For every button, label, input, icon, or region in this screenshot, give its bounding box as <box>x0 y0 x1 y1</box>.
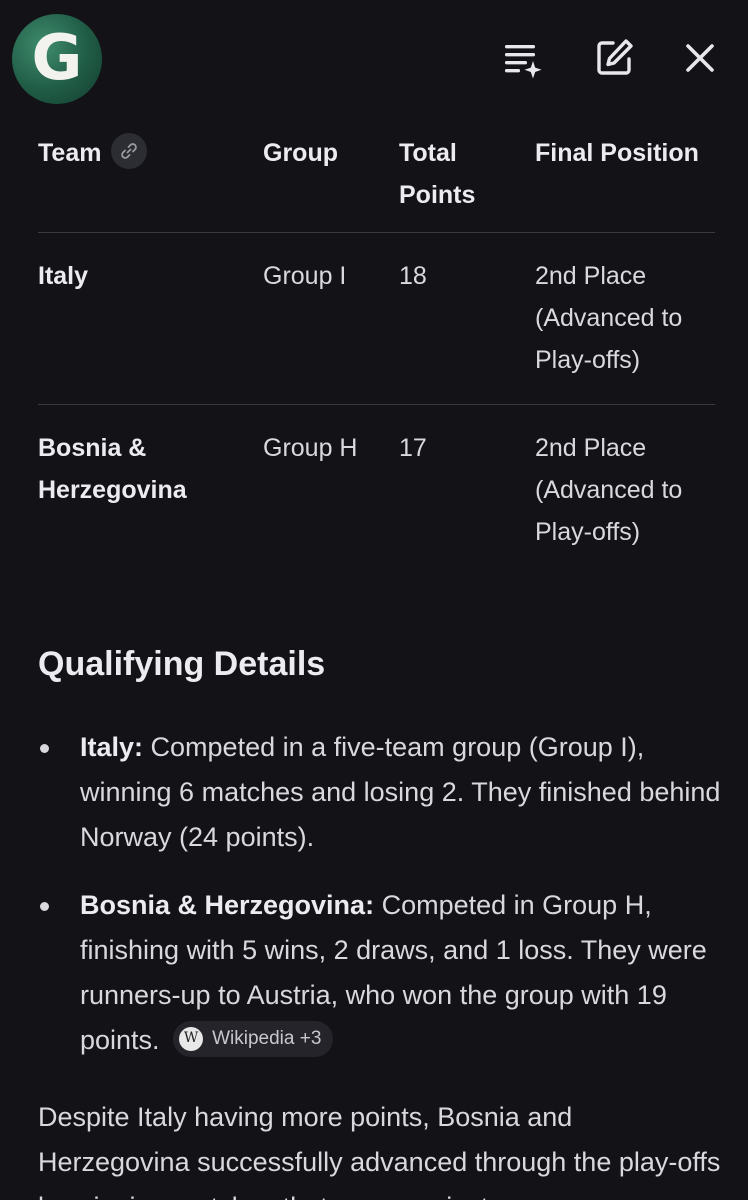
source-chip[interactable]: W Wikipedia +3 <box>173 1020 334 1057</box>
cell-final-position: 2nd Place (Advanced to Play-offs) <box>535 434 683 546</box>
table-row: Italy Group I 18 2nd Place (Advanced to … <box>38 232 715 404</box>
logo-letter: G <box>31 21 83 94</box>
new-chat-button[interactable] <box>590 34 638 82</box>
cell-final-position: 2nd Place (Advanced to Play-offs) <box>535 262 683 374</box>
cell-team: Bosnia & Herzegovina <box>38 434 187 504</box>
qualifying-table: Team Group Total Points Final Position I… <box>38 110 715 576</box>
cell-team: Italy <box>38 262 89 290</box>
cell-group: Group H <box>263 434 358 462</box>
copy-link-button[interactable] <box>111 133 148 170</box>
header-final-position: Final Position <box>535 139 699 167</box>
section-heading: Qualifying Details <box>38 645 326 683</box>
link-icon <box>121 143 138 160</box>
header-team: Team <box>38 132 238 174</box>
summary-paragraph: Despite Italy having more points, Bosnia… <box>38 1102 721 1200</box>
wikipedia-icon: W <box>179 1026 204 1051</box>
header-team-label: Team <box>38 139 102 167</box>
cell-points: 17 <box>399 434 427 462</box>
source-chip-label: Wikipedia +3 <box>212 1028 322 1050</box>
cell-points: 18 <box>399 262 427 290</box>
queue-sparkle-button[interactable] <box>498 34 546 82</box>
app-logo[interactable]: G <box>12 14 102 104</box>
header-points: Total Points <box>399 139 476 209</box>
bullet-dot <box>40 902 49 911</box>
list-item: Italy: Competed in a five-team group (Gr… <box>38 725 723 860</box>
close-button[interactable] <box>676 34 724 82</box>
bullet-text: Competed in a five-team group (Group I),… <box>80 732 721 852</box>
chat-page: G Team Group Total Points Final Position… <box>0 0 748 1200</box>
top-bar: G <box>0 0 748 110</box>
edit-square-icon <box>597 39 633 75</box>
bullet-label: Italy: <box>80 732 144 762</box>
bullet-dot <box>40 744 49 753</box>
cell-group: Group I <box>263 262 347 290</box>
close-icon <box>686 44 714 72</box>
list-item: Bosnia & Herzegovina: Competed in Group … <box>38 883 723 1063</box>
details-list: Italy: Competed in a five-team group (Gr… <box>38 725 723 1086</box>
playlist-sparkle-icon <box>505 45 542 79</box>
table-header-row: Team Group Total Points Final Position <box>38 110 715 232</box>
bullet-label: Bosnia & Herzegovina: <box>80 890 375 920</box>
table-row: Bosnia & Herzegovina Group H 17 2nd Plac… <box>38 404 715 576</box>
header-group: Group <box>263 139 338 167</box>
